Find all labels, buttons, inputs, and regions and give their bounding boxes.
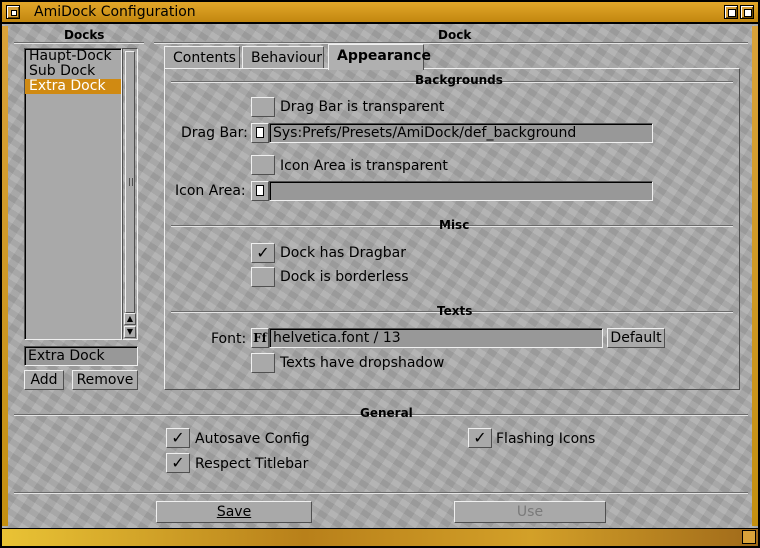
bottom-border bbox=[2, 528, 758, 546]
dragbar-transparent-label: Drag Bar is transparent bbox=[280, 99, 445, 115]
close-gadget-icon[interactable] bbox=[6, 5, 20, 19]
window-title: AmiDock Configuration bbox=[34, 4, 196, 20]
font-icon[interactable]: Ff bbox=[251, 328, 269, 348]
font-label: Font: bbox=[211, 331, 247, 347]
dragbar-getfile-button[interactable] bbox=[251, 123, 269, 143]
left-border bbox=[2, 26, 8, 526]
iconarea-field-label: Icon Area: bbox=[175, 183, 246, 199]
checkmark-icon: ✓ bbox=[171, 453, 185, 472]
borderless-label: Dock is borderless bbox=[280, 269, 409, 285]
list-item[interactable]: Sub Dock bbox=[25, 64, 121, 79]
checkmark-icon: ✓ bbox=[473, 428, 487, 447]
amidock-config-window: AmiDock Configuration Docks Haupt-Dock S… bbox=[0, 0, 760, 548]
iconarea-image-field[interactable] bbox=[269, 181, 653, 201]
default-font-button[interactable]: Default bbox=[607, 328, 665, 348]
font-field[interactable]: helvetica.font / 13 bbox=[269, 328, 603, 348]
iconarea-transparent-label: Icon Area is transparent bbox=[280, 158, 448, 174]
dropshadow-checkbox[interactable] bbox=[251, 353, 275, 373]
tab-contents[interactable]: Contents bbox=[164, 46, 240, 68]
dropshadow-label: Texts have dropshadow bbox=[280, 355, 445, 371]
footer-separator bbox=[14, 492, 748, 494]
save-button[interactable]: Save bbox=[156, 501, 312, 523]
docks-listview[interactable]: Haupt-Dock Sub Dock Extra Dock bbox=[24, 48, 122, 340]
remove-button[interactable]: Remove bbox=[72, 370, 138, 390]
backgrounds-group-label: Backgrounds bbox=[415, 73, 503, 87]
dock-name-input[interactable]: Extra Dock bbox=[24, 346, 138, 366]
has-dragbar-checkbox[interactable]: ✓ bbox=[251, 243, 275, 263]
scroll-knob[interactable] bbox=[125, 51, 135, 313]
texts-group-label: Texts bbox=[437, 304, 473, 318]
checkmark-icon: ✓ bbox=[171, 428, 185, 447]
right-border bbox=[752, 26, 758, 526]
dragbar-transparent-checkbox[interactable] bbox=[251, 97, 275, 117]
general-group-label: General bbox=[360, 406, 413, 420]
list-item[interactable]: Extra Dock bbox=[25, 79, 121, 94]
docks-separator bbox=[14, 42, 144, 44]
respect-titlebar-checkbox[interactable]: ✓ bbox=[166, 453, 190, 473]
add-button[interactable]: Add bbox=[24, 370, 64, 390]
tab-behaviour[interactable]: Behaviour bbox=[242, 46, 324, 68]
checkmark-icon: ✓ bbox=[256, 243, 270, 262]
has-dragbar-label: Dock has Dragbar bbox=[280, 245, 407, 261]
file-icon bbox=[256, 127, 264, 138]
autosave-label: Autosave Config bbox=[195, 431, 310, 447]
respect-titlebar-label: Respect Titlebar bbox=[195, 456, 309, 472]
dragbar-field-label: Drag Bar: bbox=[181, 125, 248, 141]
title-bar[interactable]: AmiDock Configuration bbox=[2, 2, 758, 24]
depth-gadget-icon[interactable] bbox=[740, 5, 754, 19]
flashing-icons-checkbox[interactable]: ✓ bbox=[468, 428, 492, 448]
docks-group-label: Docks bbox=[64, 28, 105, 42]
resize-gadget-icon[interactable] bbox=[742, 530, 756, 544]
autosave-checkbox[interactable]: ✓ bbox=[166, 428, 190, 448]
borderless-checkbox[interactable] bbox=[251, 267, 275, 287]
list-item[interactable]: Haupt-Dock bbox=[25, 49, 121, 64]
tab-appearance[interactable]: Appearance bbox=[328, 44, 431, 70]
dragbar-image-field[interactable]: Sys:Prefs/Presets/AmiDock/def_background bbox=[269, 123, 653, 143]
use-button[interactable]: Use bbox=[454, 501, 606, 523]
docks-scrollbar[interactable]: ▲ ▼ bbox=[122, 48, 138, 340]
file-icon bbox=[256, 185, 264, 196]
appearance-panel: Backgrounds Drag Bar is transparent Drag… bbox=[164, 68, 740, 390]
iconarea-transparent-checkbox[interactable] bbox=[251, 155, 275, 175]
scroll-up-arrow-icon[interactable]: ▲ bbox=[124, 313, 136, 325]
iconify-gadget-icon[interactable] bbox=[724, 5, 738, 19]
iconarea-getfile-button[interactable] bbox=[251, 181, 269, 201]
misc-group-label: Misc bbox=[439, 218, 470, 232]
flashing-icons-label: Flashing Icons bbox=[496, 431, 596, 447]
scroll-down-arrow-icon[interactable]: ▼ bbox=[124, 326, 136, 338]
dock-group-label: Dock bbox=[438, 28, 472, 42]
dock-separator bbox=[154, 42, 748, 44]
